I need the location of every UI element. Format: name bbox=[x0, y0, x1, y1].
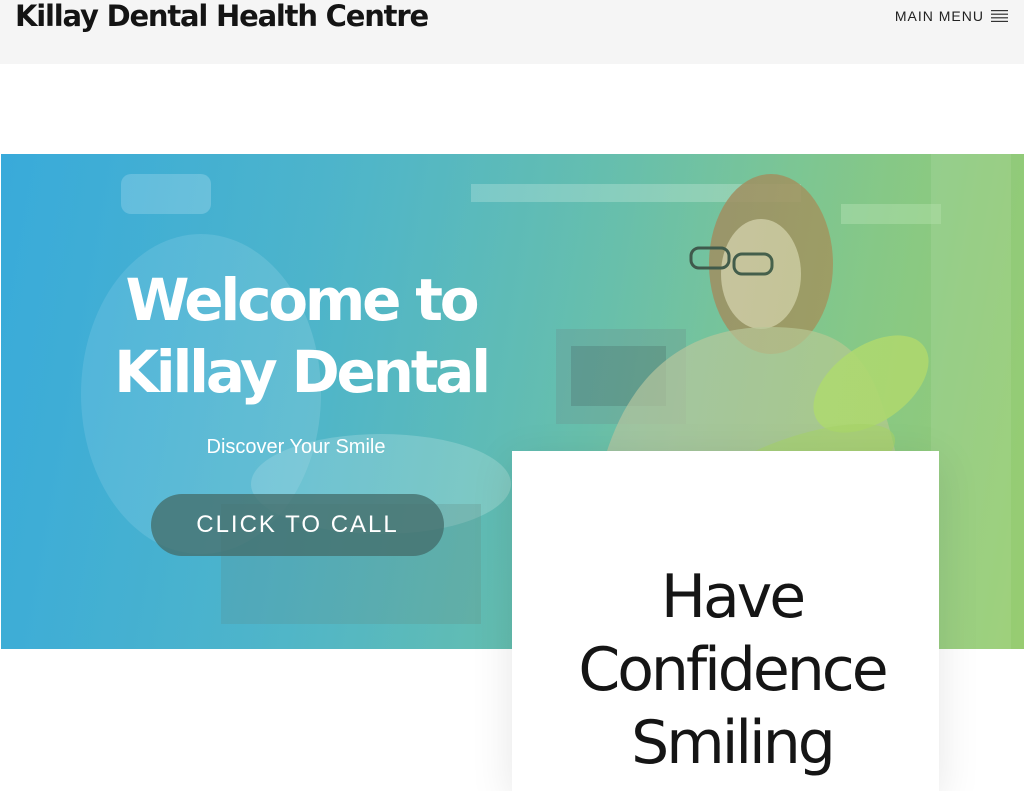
hamburger-icon[interactable] bbox=[991, 10, 1008, 22]
click-to-call-button[interactable]: CLICK TO CALL bbox=[151, 494, 444, 556]
main-menu-toggle[interactable]: MAIN MENU bbox=[895, 6, 1008, 26]
site-title[interactable]: Killay Dental Health Centre bbox=[15, 0, 429, 38]
site-header: Killay Dental Health Centre MAIN MENU bbox=[0, 0, 1024, 64]
card-heading: Have Confidence Smiling bbox=[578, 562, 888, 778]
confidence-card: Have Confidence Smiling bbox=[512, 451, 939, 791]
hero-heading: Welcome to Killay Dental bbox=[114, 266, 491, 406]
main-menu-label[interactable]: MAIN MENU bbox=[895, 8, 984, 24]
hero-subheading: Discover Your Smile bbox=[206, 436, 386, 458]
